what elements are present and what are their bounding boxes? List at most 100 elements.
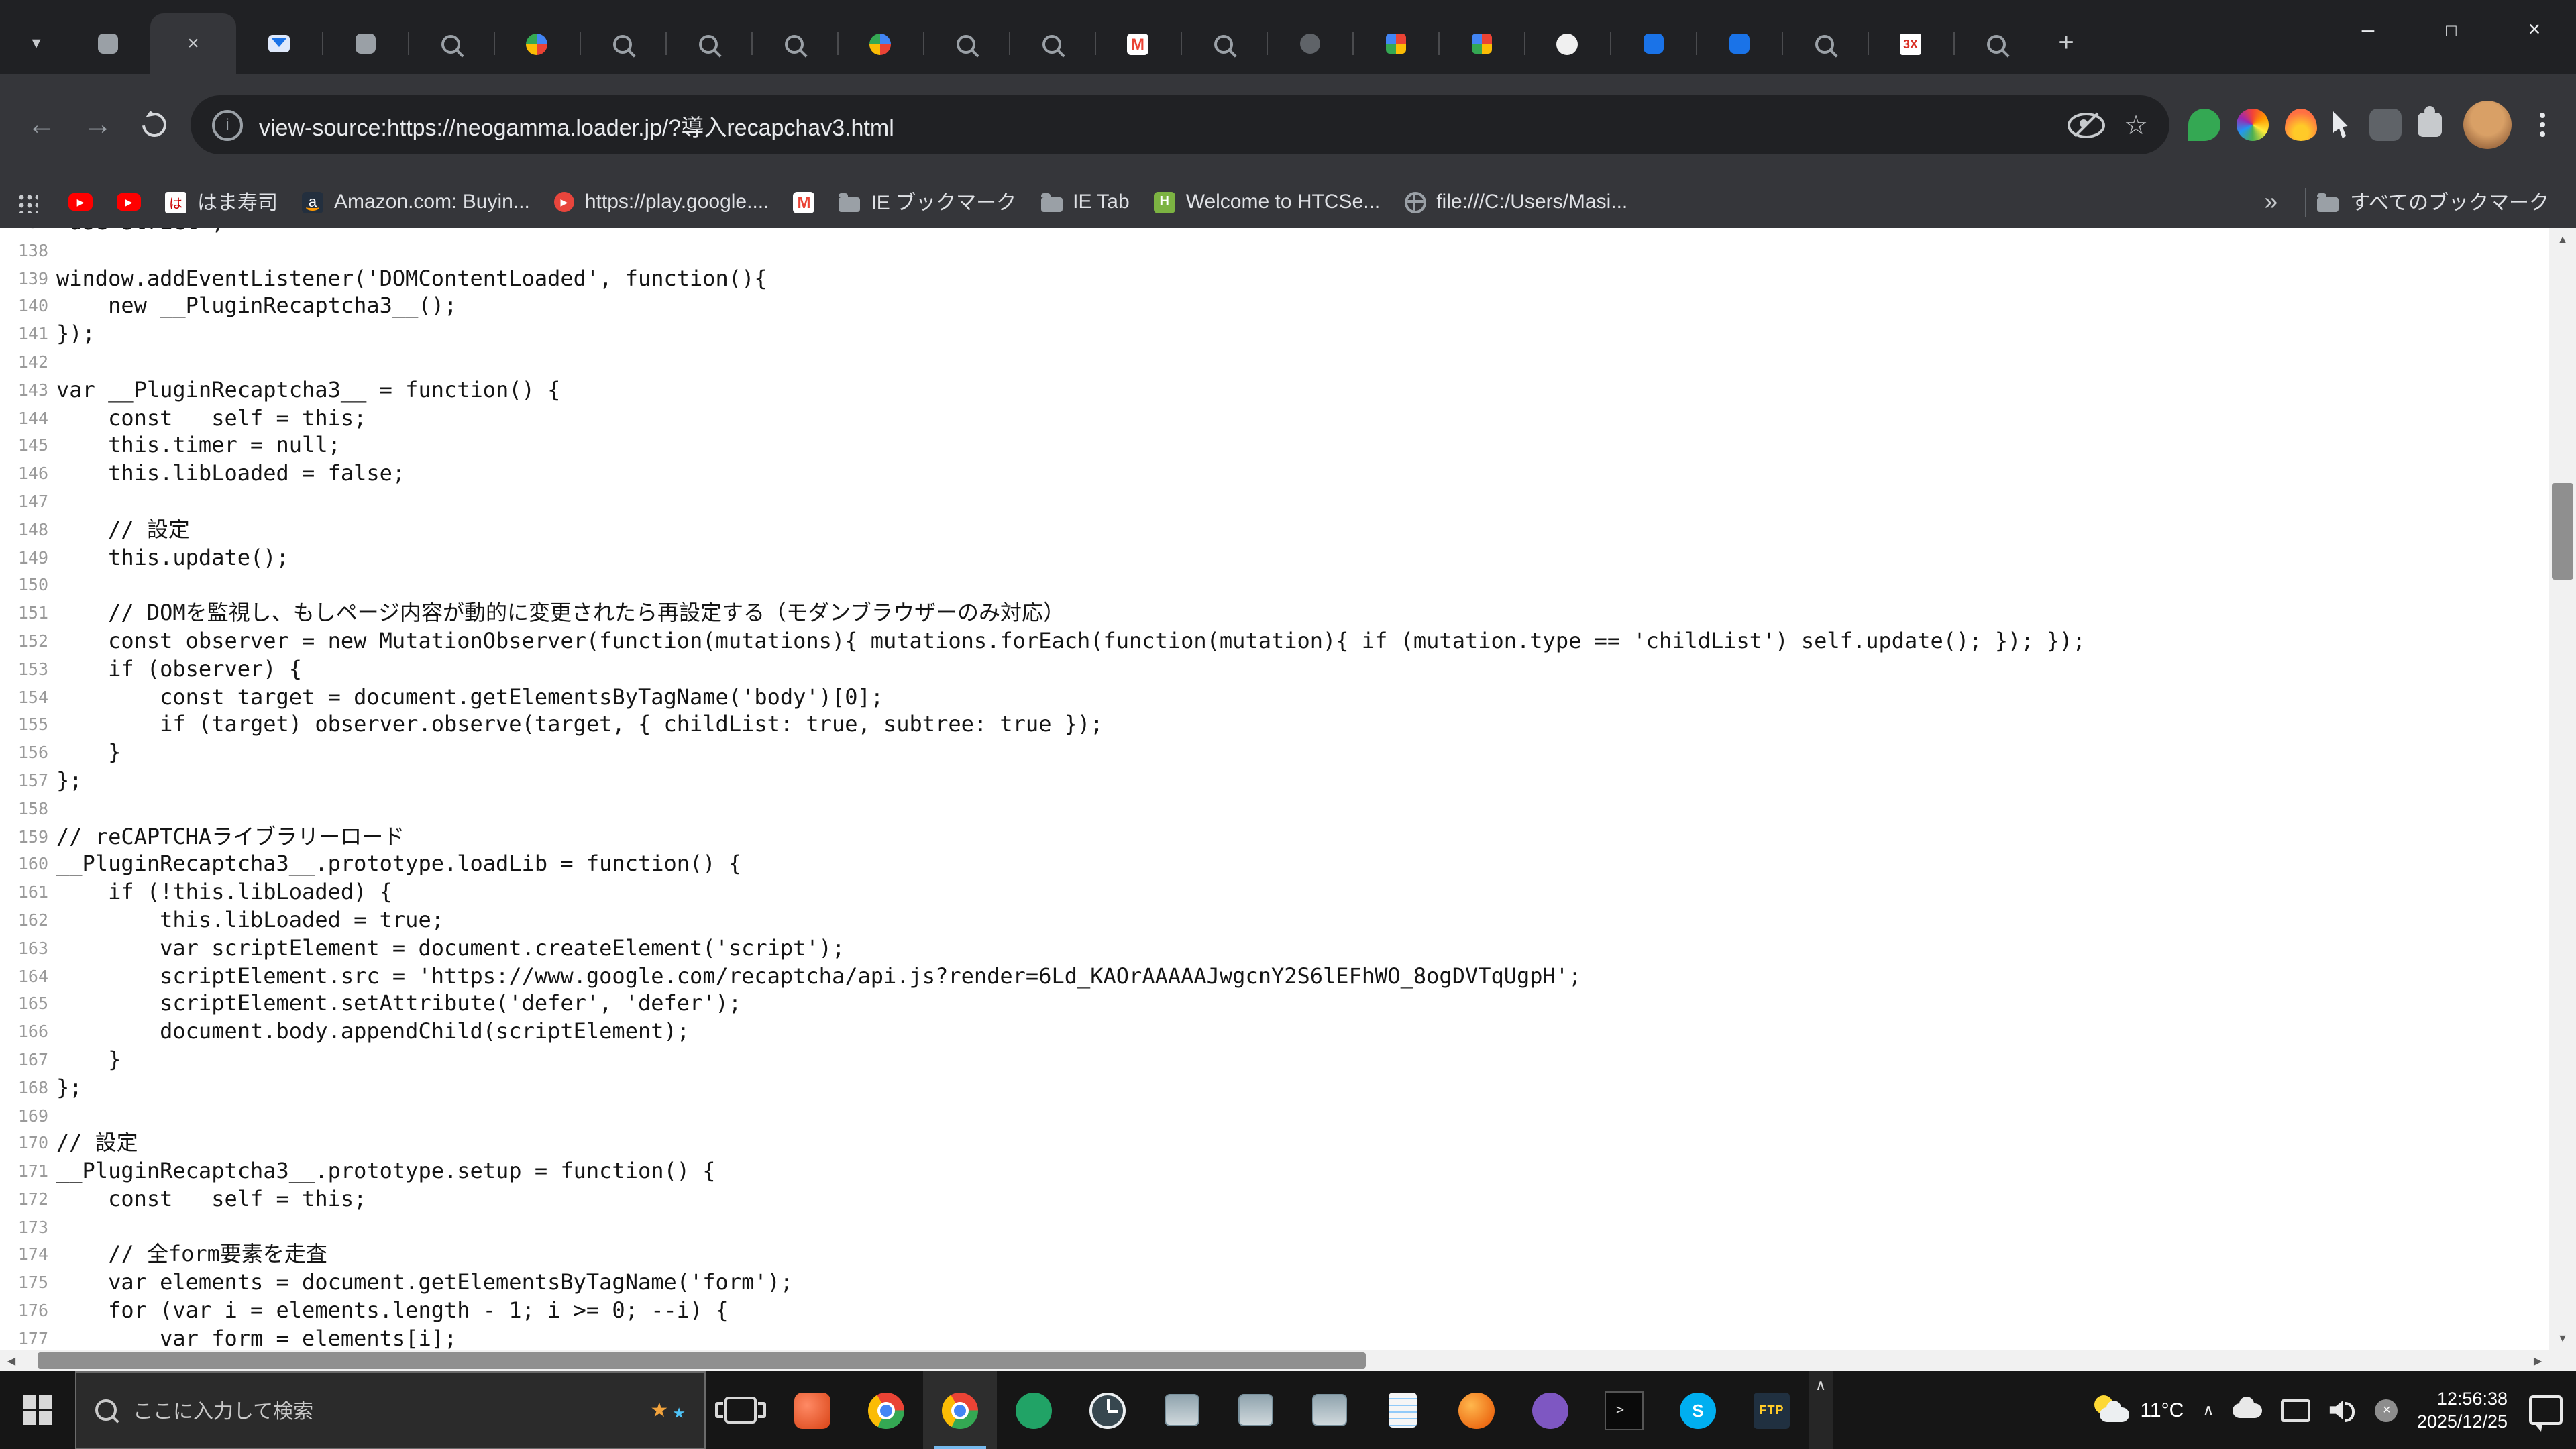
browser-tab[interactable]: 3X [1868, 13, 1953, 74]
browser-tab[interactable] [408, 13, 494, 74]
taskbar-app[interactable] [1366, 1371, 1440, 1449]
apps-grid-icon[interactable] [16, 191, 38, 213]
maximize-button[interactable]: □ [2410, 0, 2493, 60]
tab-strip-tabs: × M 3X [64, 13, 2039, 74]
disabled-extension-icon[interactable] [2369, 109, 2402, 141]
all-bookmarks-button[interactable]: すべてのブックマーク [2316, 188, 2560, 216]
display-tray-icon[interactable] [2282, 1399, 2311, 1421]
line-number: 174 [0, 1242, 56, 1270]
onedrive-cloud-icon[interactable] [2233, 1403, 2263, 1417]
hidden-icons-chevron[interactable]: ∧ [2202, 1401, 2214, 1419]
browser-tab[interactable] [1352, 13, 1438, 74]
taskbar-app[interactable] [1218, 1371, 1292, 1449]
vertical-scrollbar[interactable]: ▲ ▼ [2549, 228, 2576, 1350]
browser-tab[interactable] [751, 13, 837, 74]
source-line: 159// reCAPTCHAライブラリーロード [0, 823, 2549, 851]
taskbar-app[interactable] [1440, 1371, 1513, 1449]
new-tab-button[interactable]: + [2045, 21, 2088, 64]
bookmark-item[interactable]: M [781, 186, 826, 218]
bookmark-label: https://play.google.... [585, 191, 769, 213]
browser-tab[interactable] [1267, 13, 1352, 74]
bookmark-item[interactable]: IE Tab [1028, 185, 1142, 219]
source-code-view[interactable]: 137'use strict';138139window.addEventLis… [0, 228, 2549, 1350]
minimize-button[interactable]: ─ [2326, 0, 2410, 60]
bookmark-star-icon[interactable]: ☆ [2124, 108, 2148, 142]
browser-tab[interactable] [322, 13, 408, 74]
browser-tab[interactable] [837, 13, 923, 74]
profile-avatar[interactable] [2463, 101, 2512, 149]
horizontal-scrollbar[interactable]: ◀ ▶ [0, 1350, 2549, 1371]
close-button[interactable]: × [2493, 0, 2576, 60]
browser-tab[interactable] [1524, 13, 1610, 74]
taskbar-app[interactable] [1292, 1371, 1366, 1449]
line-number: 173 [0, 1214, 56, 1242]
taskbar-app[interactable] [997, 1371, 1071, 1449]
taskbar-app[interactable] [923, 1371, 997, 1449]
taskbar-app[interactable]: S [1661, 1371, 1735, 1449]
taskbar-app[interactable] [1513, 1371, 1587, 1449]
reload-button[interactable] [126, 97, 182, 153]
browser-tab[interactable] [64, 13, 150, 74]
browser-tab-active[interactable]: × [150, 13, 236, 74]
bookmark-item[interactable]: ▶ [56, 188, 105, 216]
browser-tab[interactable] [665, 13, 751, 74]
bookmark-item[interactable]: file:///C:/Users/Masi... [1392, 185, 1640, 219]
bookmark-item[interactable]: ▶ [105, 188, 153, 216]
tab-search-button[interactable]: ▾ [16, 20, 56, 66]
extensions-menu-icon[interactable] [2418, 113, 2442, 137]
volume-icon[interactable] [2330, 1399, 2357, 1421]
bookmarks-overflow-button[interactable]: » [2248, 188, 2294, 216]
bookmark-item[interactable]: HWelcome to HTCSe... [1142, 185, 1393, 219]
horizontal-scroll-thumb[interactable] [38, 1352, 1366, 1368]
search-highlights-icon[interactable]: ★★ [650, 1398, 686, 1422]
cursor-extension-icon[interactable] [2333, 111, 2353, 138]
taskbar-app[interactable] [1144, 1371, 1218, 1449]
address-bar[interactable]: i view-source:https://neogamma.loader.jp… [191, 95, 2169, 154]
browser-tab[interactable] [580, 13, 665, 74]
browser-tab[interactable]: M [1095, 13, 1181, 74]
bookmark-item[interactable]: ははま寿司 [153, 182, 290, 221]
taskbar-clock[interactable]: 12:56:38 2025/12/25 [2417, 1387, 2508, 1433]
taskbar-app[interactable] [775, 1371, 849, 1449]
scroll-right-arrow[interactable]: ▶ [2526, 1350, 2549, 1371]
bookmark-item[interactable]: IE ブックマーク [826, 182, 1028, 221]
url-text[interactable]: view-source:https://neogamma.loader.jp/?… [259, 108, 2054, 142]
bookmark-item[interactable]: aAmazon.com: Buyin... [290, 185, 542, 219]
browser-menu-button[interactable] [2522, 98, 2563, 152]
tab-close-icon[interactable]: × [181, 32, 205, 56]
browser-tab[interactable] [1438, 13, 1524, 74]
browser-tab[interactable] [236, 13, 322, 74]
browser-tab[interactable] [923, 13, 1009, 74]
taskbar-app[interactable]: FTP [1735, 1371, 1809, 1449]
taskbar-app[interactable] [849, 1371, 923, 1449]
browser-tab[interactable] [494, 13, 580, 74]
browser-tab[interactable] [1953, 13, 2039, 74]
taskbar-overflow-button[interactable]: ∧ [1809, 1371, 1833, 1449]
orange-circle-icon [1458, 1392, 1495, 1428]
status-error-icon[interactable]: × [2375, 1399, 2398, 1421]
browser-tab[interactable] [1782, 13, 1868, 74]
scroll-up-arrow[interactable]: ▲ [2549, 228, 2576, 251]
taskbar-app[interactable]: >_ [1587, 1371, 1661, 1449]
vertical-scroll-thumb[interactable] [2552, 483, 2573, 580]
page-info-icon[interactable]: i [212, 109, 243, 140]
browser-tab[interactable] [1610, 13, 1696, 74]
forward-button[interactable]: → [70, 97, 126, 153]
action-center-icon[interactable] [2529, 1395, 2563, 1425]
scroll-left-arrow[interactable]: ◀ [0, 1350, 23, 1371]
scroll-down-arrow[interactable]: ▼ [2549, 1327, 2576, 1350]
start-button[interactable] [0, 1371, 75, 1449]
task-view-button[interactable] [706, 1371, 775, 1449]
leaf-extension-icon[interactable] [2188, 109, 2220, 141]
weather-widget[interactable]: 11°C [2092, 1395, 2184, 1425]
eye-crossed-icon[interactable] [2068, 112, 2105, 138]
taskbar-app[interactable] [1071, 1371, 1144, 1449]
back-button[interactable]: ← [13, 97, 70, 153]
color-wheel-extension-icon[interactable] [2237, 109, 2269, 141]
bookmark-item[interactable]: ▶https://play.google.... [542, 185, 782, 219]
browser-tab[interactable] [1696, 13, 1782, 74]
browser-tab[interactable] [1181, 13, 1267, 74]
browser-tab[interactable] [1009, 13, 1095, 74]
flame-extension-icon[interactable] [2285, 109, 2317, 141]
taskbar-search-input[interactable]: ここに入力して検索 ★★ [75, 1371, 706, 1449]
